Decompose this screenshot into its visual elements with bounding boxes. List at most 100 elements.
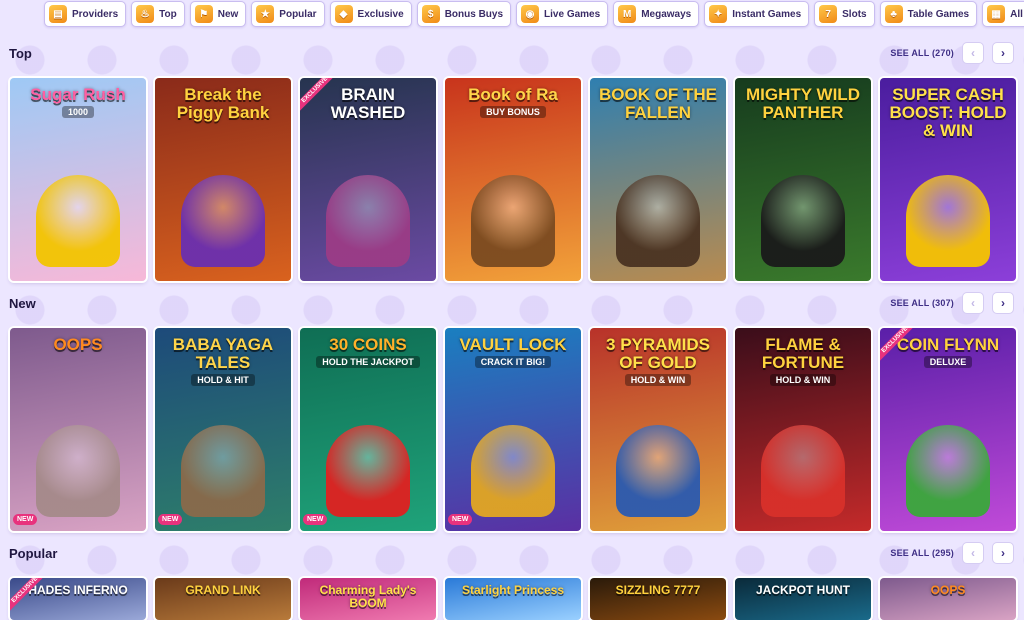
new-badge: NEW (158, 514, 183, 525)
category-label: Providers (72, 8, 119, 20)
cherries-icon: ♣ (884, 5, 903, 23)
game-title: 3 PYRAMIDS OF GOLD (606, 335, 710, 372)
game-artwork (326, 175, 410, 267)
next-arrow-button[interactable]: › (992, 42, 1014, 64)
game-title: VAULT LOCK (459, 335, 567, 354)
game-title: 30 COINS (329, 335, 407, 354)
game-tile[interactable]: Starlight Princess (445, 578, 581, 620)
game-tile[interactable]: VAULT LOCK CRACK IT BIG! NEW (445, 328, 581, 531)
category-bar: ▤ Providers ♨ Top ⚑ New ★ Popular ◆ Exclusive $ Bon… (0, 0, 1024, 28)
game-tile[interactable]: JACKPOT HUNT (735, 578, 871, 620)
category-top[interactable]: ♨ Top (131, 1, 185, 27)
category-label: Table Games (907, 8, 970, 20)
game-tile[interactable]: Sugar Rush 1000 (10, 78, 146, 281)
game-subtitle: HOLD & HIT (191, 374, 255, 386)
game-tile[interactable]: MIGHTY WILD PANTHER (735, 78, 871, 281)
game-title: Sugar Rush (30, 85, 126, 104)
see-all-link[interactable]: SEE ALL (295) (890, 548, 954, 558)
game-tile[interactable]: 30 COINS HOLD THE JACKPOT NEW (300, 328, 436, 531)
game-artwork (471, 425, 555, 517)
game-title: BOOK OF THE FALLEN (598, 85, 718, 122)
joystick-icon: ✦ (709, 5, 728, 23)
category-label: Megaways (641, 8, 692, 20)
see-all-link[interactable]: SEE ALL (270) (890, 48, 954, 58)
category-providers[interactable]: ▤ Providers (44, 1, 127, 27)
game-tile[interactable]: Break the Piggy Bank (155, 78, 291, 281)
category-live-games[interactable]: ◉ Live Games (516, 1, 609, 27)
game-title: Book of Ra (468, 85, 558, 104)
game-artwork (761, 175, 845, 267)
game-title: COIN FLYNN (896, 335, 1000, 354)
game-tile[interactable]: Book of Ra BUY BONUS (445, 78, 581, 281)
game-tile[interactable]: BRAIN WASHED EXCLUSIVE (300, 78, 436, 281)
game-artwork (326, 425, 410, 517)
game-title: SUPER CASH BOOST: HOLD & WIN (889, 85, 1007, 140)
bag-icon: $ (421, 5, 440, 23)
next-arrow-button[interactable]: › (992, 292, 1014, 314)
game-tile[interactable]: Charming Lady's BOOM (300, 578, 436, 620)
category-label: Bonus Buys (444, 8, 504, 20)
game-tile[interactable]: COIN FLYNN DELUXE EXCLUSIVE (880, 328, 1016, 531)
game-subtitle: DELUXE (923, 356, 973, 368)
game-artwork (906, 175, 990, 267)
game-tile[interactable]: BABA YAGA TALES HOLD & HIT NEW (155, 328, 291, 531)
category-label: Slots (842, 8, 867, 20)
flame-icon: ♨ (136, 5, 155, 23)
category-exclusive[interactable]: ◆ Exclusive (329, 1, 412, 27)
category-table-games[interactable]: ♣ Table Games (879, 1, 978, 27)
game-artwork (471, 175, 555, 267)
game-title: OOPS (930, 583, 966, 597)
category-popular[interactable]: ★ Popular (251, 1, 325, 27)
section-title: New (9, 295, 36, 311)
game-row: HADES INFERNO EXCLUSIVE GRAND LINK Charming… (0, 578, 1024, 620)
game-subtitle: HOLD & WIN (769, 374, 837, 386)
game-tile[interactable]: GRAND LINK (155, 578, 291, 620)
prev-arrow-button[interactable]: ‹ (962, 42, 984, 64)
section-popular: Popular SEE ALL (295) ‹ › HADES INFERNO E… (0, 540, 1024, 620)
diamond-icon: ◆ (334, 5, 353, 23)
chip-icon: ◉ (521, 5, 540, 23)
category-slots[interactable]: 7 Slots (814, 1, 875, 27)
game-artwork (761, 425, 845, 517)
game-tile[interactable]: OOPS NEW (10, 328, 146, 531)
game-artwork (906, 425, 990, 517)
section-title: Top (9, 45, 32, 61)
category-all-games[interactable]: ▦ All Games (982, 1, 1024, 27)
category-instant-games[interactable]: ✦ Instant Games (704, 1, 810, 27)
new-badge: NEW (448, 514, 473, 525)
game-row: OOPS NEW BABA YAGA TALES HOLD & HIT NEW 30 CO… (0, 328, 1024, 531)
prev-arrow-button[interactable]: ‹ (962, 542, 984, 564)
game-tile[interactable]: SUPER CASH BOOST: HOLD & WIN (880, 78, 1016, 281)
star-icon: ★ (256, 5, 275, 23)
game-artwork (616, 175, 700, 267)
category-label: Exclusive (357, 8, 404, 20)
section-top: Top SEE ALL (270) ‹ › Sugar Rush 1000 Brea… (0, 40, 1024, 281)
game-tile[interactable]: OOPS (880, 578, 1016, 620)
game-tile[interactable]: FLAME & FORTUNE HOLD & WIN (735, 328, 871, 531)
game-title: BRAIN WASHED (330, 85, 406, 122)
game-tile[interactable]: SIZZLING 7777 (590, 578, 726, 620)
category-label: All Games (1010, 8, 1024, 20)
game-title: JACKPOT HUNT (755, 583, 850, 597)
prev-arrow-button[interactable]: ‹ (962, 292, 984, 314)
game-title: FLAME & FORTUNE (761, 335, 845, 372)
game-title: MIGHTY WILD PANTHER (746, 85, 860, 122)
game-tile[interactable]: HADES INFERNO EXCLUSIVE (10, 578, 146, 620)
game-artwork (181, 175, 265, 267)
new-badge: NEW (13, 514, 38, 525)
game-tile[interactable]: BOOK OF THE FALLEN (590, 78, 726, 281)
section-title: Popular (9, 545, 58, 561)
category-new[interactable]: ⚑ New (189, 1, 247, 27)
next-arrow-button[interactable]: › (992, 542, 1014, 564)
game-tile[interactable]: 3 PYRAMIDS OF GOLD HOLD & WIN (590, 328, 726, 531)
see-all-link[interactable]: SEE ALL (307) (890, 298, 954, 308)
new-badge: NEW (303, 514, 328, 525)
category-megaways[interactable]: M Megaways (613, 1, 700, 27)
game-title: Charming Lady's BOOM (319, 583, 417, 610)
category-label: Popular (279, 8, 317, 20)
game-artwork (181, 425, 265, 517)
category-label: Live Games (544, 8, 601, 20)
section-new: New SEE ALL (307) ‹ › OOPS NEW BABA YAGA T… (0, 290, 1024, 531)
game-title: Starlight Princess (461, 583, 565, 597)
category-bonus-buys[interactable]: $ Bonus Buys (416, 1, 512, 27)
